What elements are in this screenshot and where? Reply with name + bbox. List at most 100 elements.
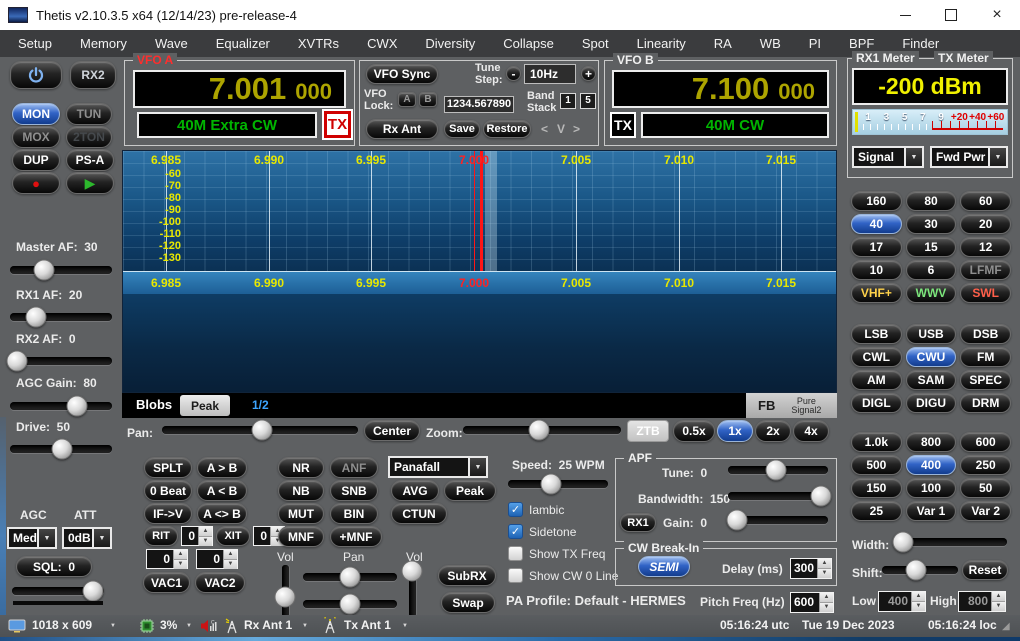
bin-button[interactable]: BIN [330, 503, 378, 524]
band-wwv-button[interactable]: WWV [906, 283, 957, 303]
blobs-button[interactable]: Blobs [136, 397, 172, 412]
mode-usb-button[interactable]: USB [906, 324, 957, 344]
mode-spec-button[interactable]: SPEC [960, 370, 1011, 390]
agc-select[interactable]: Med▼ [7, 527, 57, 549]
filter-var2-button[interactable]: Var 2 [960, 501, 1011, 521]
dropdown-icon[interactable]: ▼ [402, 623, 408, 629]
resize-grip[interactable]: ◢ [1002, 621, 1010, 632]
band-40-button[interactable]: 40 [851, 214, 902, 234]
tun-button[interactable]: TUN [66, 103, 112, 125]
rx2-af-slider[interactable] [10, 352, 112, 370]
zoom-knob[interactable] [528, 420, 549, 441]
mode-digl-button[interactable]: DIGL [851, 393, 902, 413]
zero-beat-button[interactable]: 0 Beat [144, 480, 192, 501]
sql-button[interactable]: SQL: 0 [16, 556, 92, 577]
shift-reset-button[interactable]: Reset [962, 560, 1008, 580]
filter-150-button[interactable]: 150 [851, 478, 902, 498]
rx2-button[interactable]: RX2 [70, 61, 116, 89]
subrx-button[interactable]: SubRX [438, 565, 496, 586]
band-v-button[interactable]: V [557, 122, 565, 136]
mon-button[interactable]: MON [12, 103, 60, 125]
filter-250-button[interactable]: 250 [960, 455, 1011, 475]
menu-equalizer[interactable]: Equalizer [202, 31, 284, 56]
menu-collapse[interactable]: Collapse [489, 31, 568, 56]
vfo-lock-a-button[interactable]: A [398, 92, 416, 107]
vfo-sync-button[interactable]: VFO Sync [366, 64, 438, 84]
ps-a-button[interactable]: PS-A [66, 149, 114, 171]
apf-tune-slider[interactable] [728, 461, 828, 479]
zoom-05x-button[interactable]: 0.5x [673, 420, 715, 442]
band-stack-5-button[interactable]: 5 [580, 93, 596, 109]
filter-100-button[interactable]: 100 [906, 478, 957, 498]
dup-button[interactable]: DUP [12, 149, 60, 171]
sql-slider[interactable] [12, 582, 104, 600]
mox-button[interactable]: MOX [12, 126, 60, 148]
drive-slider[interactable] [10, 440, 112, 458]
peak-button[interactable]: Peak [444, 480, 496, 501]
waterfall-display[interactable] [123, 294, 836, 392]
band-60-button[interactable]: 60 [960, 191, 1011, 211]
apf-rx1-button[interactable]: RX1 [620, 513, 656, 532]
filter-passband[interactable] [485, 151, 497, 271]
semi-break-in-button[interactable]: SEMI [638, 556, 690, 577]
mode-sam-button[interactable]: SAM [906, 370, 957, 390]
display-mode-select[interactable]: Panafall▼ [388, 456, 488, 478]
rx-ant-value[interactable]: Rx Ant 1 [244, 618, 292, 632]
power-button[interactable] [10, 61, 62, 89]
band-20-button[interactable]: 20 [960, 214, 1011, 234]
vol-left-slider[interactable] [276, 565, 294, 617]
band-swl-button[interactable]: SWL [960, 283, 1011, 303]
tune-step-plus-button[interactable]: + [581, 66, 596, 81]
mut-button[interactable]: MUT [278, 503, 324, 524]
band-30-button[interactable]: 30 [906, 214, 957, 234]
menu-memory[interactable]: Memory [66, 31, 141, 56]
menu-cwx[interactable]: CWX [353, 31, 411, 56]
vfo-b-tx-indicator[interactable]: TX [610, 112, 636, 138]
menu-ra[interactable]: RA [700, 31, 746, 56]
rit-button[interactable]: RIT [144, 526, 178, 546]
mnf-button[interactable]: MNF [278, 526, 324, 547]
save-button[interactable]: Save [444, 120, 480, 138]
pitch-freq-spinner[interactable]: 600▲▼ [790, 592, 834, 613]
nr-button[interactable]: NR [278, 457, 324, 478]
vol-right-knob[interactable] [402, 561, 423, 582]
menu-xvtrs[interactable]: XVTRs [284, 31, 353, 56]
a-swap-b-button[interactable]: A <> B [197, 503, 247, 524]
band-prev-button[interactable]: < [541, 122, 548, 136]
dropdown-icon[interactable]: ▼ [37, 529, 55, 547]
shift-knob[interactable] [906, 560, 927, 581]
swap-button[interactable]: Swap [441, 592, 495, 613]
plus-mnf-button[interactable]: +MNF [330, 526, 382, 547]
iambic-checkbox[interactable]: ✓ [508, 502, 523, 517]
rit-spinner[interactable]: 0▲▼ [181, 526, 213, 546]
delay-spinner[interactable]: 300▲▼ [790, 558, 832, 579]
two-tone-button[interactable]: 2TON [66, 126, 112, 148]
filter-1k-button[interactable]: 1.0k [851, 432, 902, 452]
menu-wb[interactable]: WB [746, 31, 795, 56]
snb-button[interactable]: SNB [330, 480, 378, 501]
apf-tune-knob[interactable] [766, 460, 787, 481]
vfo-a-frequency[interactable]: 7.001000 [133, 70, 346, 108]
peak-blobs-button[interactable]: Peak [180, 395, 230, 416]
zoom-4x-button[interactable]: 4x [793, 420, 829, 442]
dropdown-icon[interactable]: ▼ [988, 148, 1006, 166]
vfo-a-tx-indicator[interactable]: TX [324, 111, 351, 138]
audio-icon[interactable]: C [200, 619, 218, 633]
dropdown-icon[interactable]: ▼ [302, 623, 308, 629]
panadapter-display[interactable]: 6.985 6.990 6.995 7.000 7.005 7.010 7.01… [122, 150, 837, 393]
restore-button[interactable]: Restore [483, 120, 531, 138]
tx-meter-select[interactable]: Fwd Pwr▼ [930, 146, 1008, 168]
vfo-lock-b-button[interactable]: B [419, 92, 437, 107]
mode-drm-button[interactable]: DRM [960, 393, 1011, 413]
dropdown-icon[interactable]: ▼ [110, 623, 116, 629]
dropdown-icon[interactable]: ▼ [92, 529, 110, 547]
menu-setup[interactable]: Setup [4, 31, 66, 56]
apf-gain-slider[interactable] [728, 511, 828, 529]
speed-slider[interactable] [508, 475, 608, 493]
vol-left-knob[interactable] [275, 587, 296, 608]
zoom-1x-button[interactable]: 1x [717, 420, 753, 442]
master-af-knob[interactable] [33, 260, 54, 281]
band-lfmf-button[interactable]: LFMF [960, 260, 1011, 280]
b-to-a-button[interactable]: A < B [197, 480, 247, 501]
pan-top-slider[interactable] [303, 568, 397, 586]
